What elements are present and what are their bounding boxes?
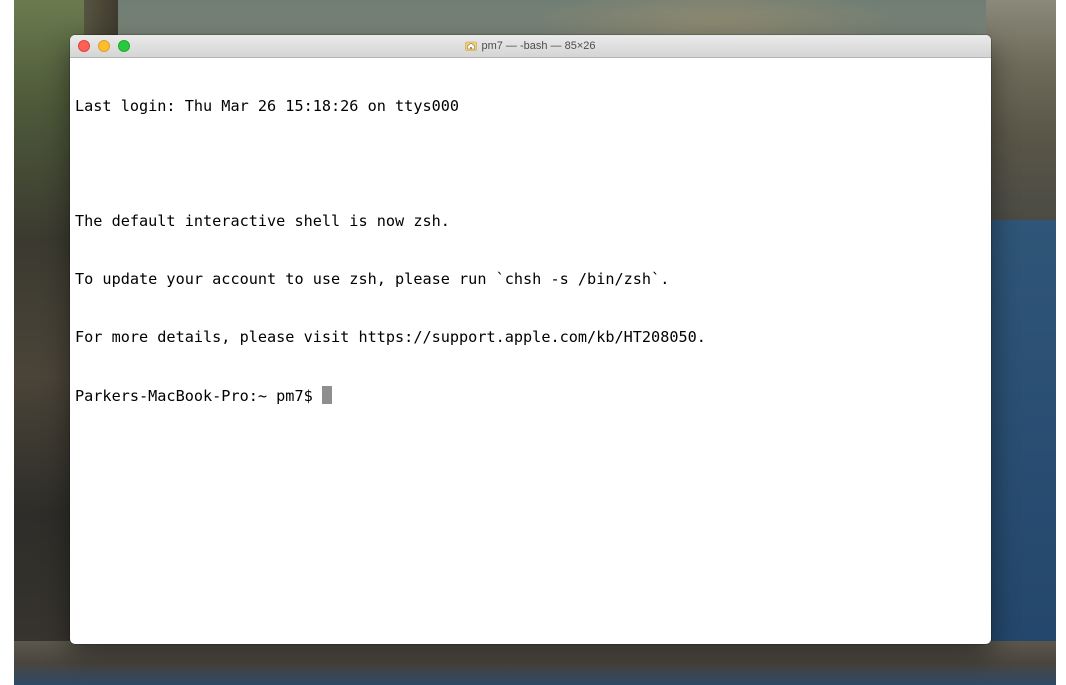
shell-prompt: Parkers-MacBook-Pro:~ pm7$ (75, 387, 322, 406)
wallpaper-cliff-top-right (986, 0, 1056, 225)
terminal-line: Last login: Thu Mar 26 15:18:26 on ttys0… (75, 96, 460, 115)
terminal-line: To update your account to use zsh, pleas… (75, 270, 670, 289)
prompt-line[interactable]: Parkers-MacBook-Pro:~ pm7$ (75, 386, 991, 405)
terminal-output[interactable]: Last login: Thu Mar 26 15:18:26 on ttys0… (75, 58, 991, 644)
window-titlebar[interactable]: pm7 — -bash — 85×26 (70, 35, 991, 58)
screen: pm7 — -bash — 85×26 Last login: Thu Mar … (0, 0, 1066, 685)
home-folder-icon (465, 41, 478, 51)
window-title: pm7 — -bash — 85×26 (70, 35, 991, 57)
wallpaper-shore-bottom (14, 641, 1056, 685)
text-cursor (321, 386, 332, 405)
terminal-line: The default interactive shell is now zsh… (75, 212, 450, 231)
wallpaper-sea-right (986, 220, 1056, 685)
terminal-window[interactable]: pm7 — -bash — 85×26 Last login: Thu Mar … (70, 35, 991, 644)
window-title-text: pm7 — -bash — 85×26 (481, 40, 596, 52)
terminal-line: For more details, please visit https://s… (75, 328, 706, 347)
